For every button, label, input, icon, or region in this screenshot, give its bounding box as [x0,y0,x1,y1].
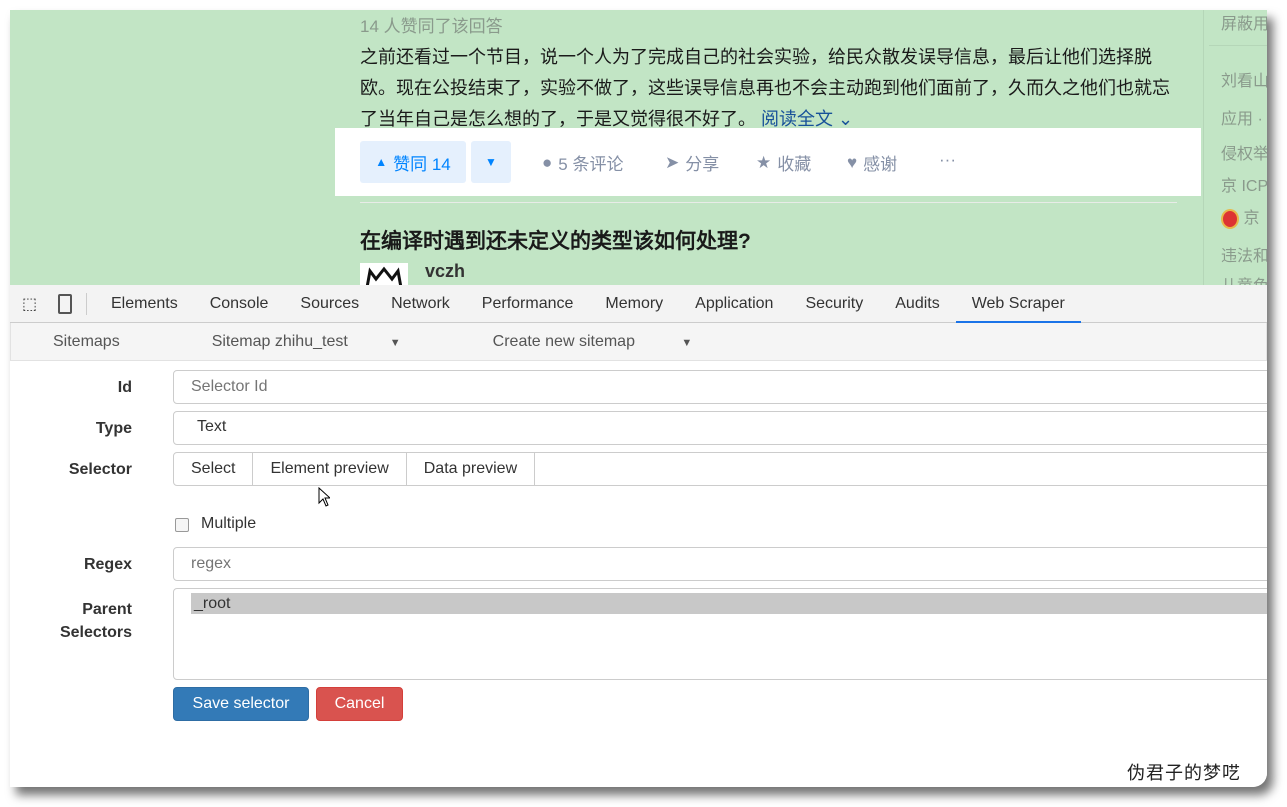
heart-icon: ♥ [847,152,858,172]
downvote-button[interactable]: ▼ [471,141,511,183]
more-button[interactable]: ··· [939,150,956,170]
read-more-label: 阅读全文 [761,109,834,129]
tab-audits[interactable]: Audits [879,285,955,323]
upvote-label: 赞同 14 [393,154,451,174]
parent-selectors-listbox[interactable]: _root [173,588,1267,680]
tab-elements[interactable]: Elements [95,285,194,323]
browser-window: 14 人赞同了该回答 之前还看过一个节目，说一个人为了完成自己的社会实验，给民众… [10,10,1267,787]
nav-sitemaps[interactable]: Sitemaps [53,333,120,351]
multiple-label: Multiple [201,515,257,532]
tab-console[interactable]: Console [194,285,285,323]
share-button[interactable]: ➤ 分享 [665,150,719,175]
collect-button[interactable]: ★ 收藏 [756,150,811,175]
selector-button-group: Select Element preview Data preview [173,452,1267,486]
sidebar-text[interactable]: 京 ICP [1221,172,1267,196]
tab-performance[interactable]: Performance [466,285,590,323]
more-icon: ··· [939,150,956,169]
toolbar-separator [86,292,87,315]
thanks-button[interactable]: ♥ 感谢 [847,150,897,175]
sidebar-divider [1209,45,1267,46]
author-name[interactable]: vczh [425,261,465,282]
nav-create-label: Create new sitemap [492,332,635,350]
nav-sitemap-dropdown[interactable]: Sitemap zhihu_test ▼ [170,333,401,351]
sidebar-text[interactable]: 违法和 [1221,242,1267,266]
save-selector-button[interactable]: Save selector [173,687,309,721]
share-label: 分享 [685,155,720,174]
parent-option-root[interactable]: _root [191,593,1267,614]
devtools-panel: ⬚ Elements Console Sources Network Perfo… [10,285,1267,787]
caret-down-icon: ▼ [681,336,693,349]
question-title[interactable]: 在编译时遇到还未定义的类型该如何处理? [360,225,751,255]
chevron-down-icon: ⌄ [838,109,854,129]
parent-label-line1: Parent [82,601,132,618]
tab-security[interactable]: Security [789,285,879,323]
divider [360,202,1177,203]
tab-network[interactable]: Network [375,285,466,323]
sidebar-text[interactable]: 儿童色 [1221,272,1267,285]
caret-down-icon: ▼ [389,336,401,349]
nav-create-sitemap-dropdown[interactable]: Create new sitemap ▼ [451,333,693,351]
collect-label: 收藏 [777,155,812,174]
cancel-button[interactable]: Cancel [316,687,403,721]
comments-button[interactable]: ● 5 条评论 [542,150,623,175]
tab-sources[interactable]: Sources [284,285,375,323]
sidebar-text[interactable]: 屏蔽用 [1221,10,1267,34]
type-label: Type [95,420,132,437]
select-button[interactable]: Select [174,453,254,485]
comments-label: 5 条评论 [558,155,624,174]
device-toolbar-icon[interactable] [58,293,72,314]
zhihu-page: 14 人赞同了该回答 之前还看过一个节目，说一个人为了完成自己的社会实验，给民众… [10,10,1267,285]
mouse-cursor-icon [318,487,330,507]
tab-web-scraper[interactable]: Web Scraper [955,285,1081,323]
tab-application[interactable]: Application [679,285,789,323]
regex-label: Regex [83,556,132,573]
answer-excerpt[interactable]: 之前还看过一个节目，说一个人为了完成自己的社会实验，给民众散发误导信息，最后让他… [360,42,1180,135]
sidebar-text[interactable]: 应用 · [1221,105,1263,129]
sidebar-text[interactable]: 侵权举 [1221,140,1267,164]
police-badge-icon [1221,208,1239,229]
star-icon: ★ [756,152,772,172]
scraper-nav: Sitemaps Sitemap zhihu_test ▼ Create new … [10,323,1267,361]
sidebar-text[interactable]: 京 [1243,210,1259,227]
regex-input[interactable] [173,547,1267,581]
parent-label-line2: Selectors [59,624,132,641]
multiple-checkbox[interactable] [175,518,189,532]
type-select[interactable]: Text [173,411,1267,445]
watermark: 伪君子的梦呓 [1127,763,1241,783]
action-bar: ▲ 赞同 14 ▼ ● 5 条评论 ➤ 分享 ★ 收藏 ♥ 感谢 ··· [335,128,1201,196]
paper-plane-icon: ➤ [665,152,680,172]
read-more-link[interactable]: 阅读全文 ⌄ [761,109,853,129]
nav-sitemap-label: Sitemap zhihu_test [211,332,348,350]
tab-memory[interactable]: Memory [589,285,679,323]
parent-selectors-label: Parent Selectors [60,598,132,644]
likes-count: 14 人赞同了该回答 [360,17,503,36]
thanks-label: 感谢 [863,155,898,174]
inspect-element-icon[interactable]: ⬚ [22,294,44,314]
selector-id-input[interactable] [173,370,1267,404]
comment-icon: ● [542,152,553,172]
answer-feed: 14 人赞同了该回答 之前还看过一个节目，说一个人为了完成自己的社会实验，给民众… [335,10,1201,285]
selector-label: Selector [68,461,132,478]
triangle-up-icon: ▲ [375,155,388,169]
right-sidebar: 屏蔽用 刘看山 应用 · 侵权举 京 ICP 京 违法和 儿童色 [1203,10,1267,285]
triangle-down-icon: ▼ [485,155,497,169]
element-preview-button[interactable]: Element preview [253,453,407,485]
upvote-button[interactable]: ▲ 赞同 14 [360,141,466,183]
avatar[interactable] [360,263,408,285]
sidebar-text[interactable]: 刘看山 [1221,67,1267,91]
data-preview-button[interactable]: Data preview [407,453,536,485]
id-label: Id [117,379,132,396]
devtools-tabbar: ⬚ Elements Console Sources Network Perfo… [10,285,1267,323]
